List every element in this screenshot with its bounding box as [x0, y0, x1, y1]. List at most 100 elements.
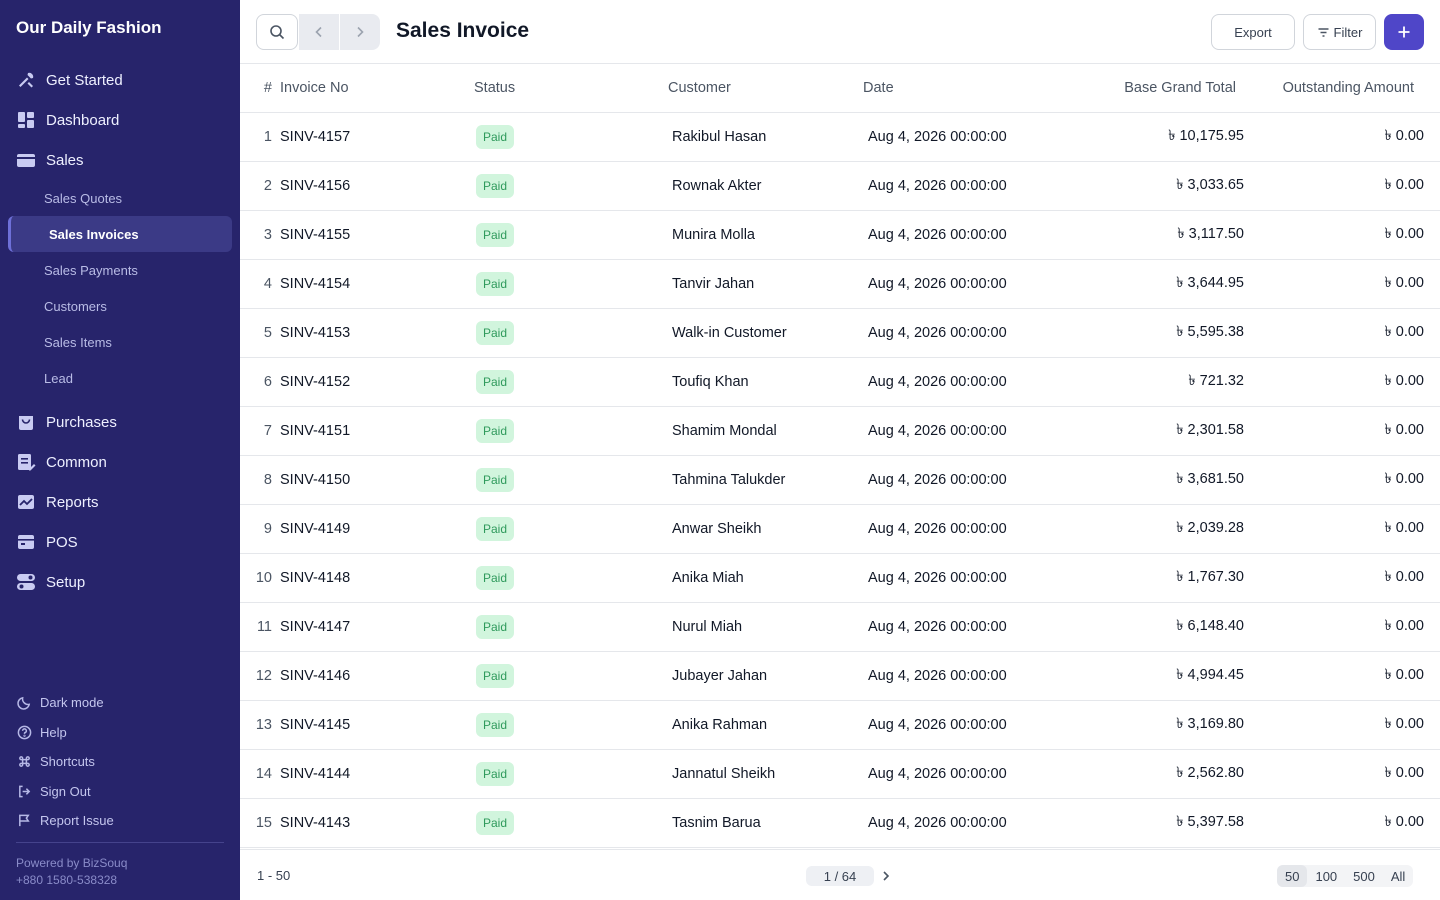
customer-name: Walk-in Customer [672, 325, 787, 341]
status-badge: Paid [476, 566, 515, 590]
base-grand-total: ৳ 3,169.80 [1176, 716, 1244, 732]
row-number: 10 [255, 570, 272, 586]
invoice-number: SINV-4157 [280, 129, 351, 145]
sidebar-item-dashboard[interactable]: Dashboard [0, 100, 240, 140]
column-header-outstanding-amount: Outstanding Amount [1282, 80, 1414, 96]
sidebar-item-pos[interactable]: POS [0, 522, 240, 562]
invoice-date: Aug 4, 2026 00:00:00 [868, 178, 1007, 194]
table-row[interactable]: 5 SINV-4153 Paid Walk-in Customer Aug 4, 202… [240, 309, 1440, 358]
status-badge: Paid [476, 468, 515, 492]
table-body: 1 SINV-4157 Paid Rakibul Hasan Aug 4, 2026 0… [240, 113, 1440, 848]
status-cell: Paid [476, 358, 515, 406]
shortcuts-link[interactable]: Shortcuts [0, 747, 240, 777]
sign-out-link[interactable]: Sign Out [0, 777, 240, 807]
sidebar-item-purchases[interactable]: Purchases [0, 402, 240, 442]
table-row[interactable]: 1 SINV-4157 Paid Rakibul Hasan Aug 4, 2026 0… [240, 113, 1440, 162]
table-row[interactable]: 7 SINV-4151 Paid Shamim Mondal Aug 4, 2026 0… [240, 407, 1440, 456]
customer-name: Anwar Sheikh [672, 521, 762, 537]
sidebar-item-sales[interactable]: Sales [0, 140, 240, 180]
page-header: Sales Invoice Export Filter [240, 0, 1440, 64]
page-size-100[interactable]: 100 [1307, 865, 1345, 887]
page-size-500[interactable]: 500 [1345, 865, 1383, 887]
status-badge: Paid [476, 125, 515, 149]
chevron-right-icon [883, 871, 890, 881]
sidebar-item-label: Setup [46, 573, 86, 591]
table-footer: 1 - 50 1 / 64 50 100 500 All [240, 849, 1440, 900]
sidebar-subitem-sales-payments[interactable]: Sales Payments [0, 252, 240, 288]
back-button[interactable] [299, 14, 339, 50]
sidebar-item-get-started[interactable]: Get Started [0, 60, 240, 100]
table-row[interactable]: 8 SINV-4150 Paid Tahmina Talukder Aug 4, 202… [240, 456, 1440, 505]
chevron-left-icon [315, 26, 322, 38]
help-link[interactable]: Help [0, 718, 240, 748]
table-row[interactable]: 4 SINV-4154 Paid Tanvir Jahan Aug 4, 2026 00… [240, 260, 1440, 309]
base-grand-total: ৳ 2,301.58 [1176, 422, 1244, 438]
status-cell: Paid [476, 603, 515, 651]
outstanding-amount: ৳ 0.00 [1384, 128, 1424, 144]
table-row[interactable]: 13 SINV-4145 Paid Anika Rahman Aug 4, 2026 0… [240, 701, 1440, 750]
export-button[interactable]: Export [1211, 14, 1295, 50]
sidebar-subitem-sales-items[interactable]: Sales Items [0, 324, 240, 360]
history-navigation [299, 14, 380, 50]
next-page-button[interactable] [878, 867, 894, 885]
status-badge: Paid [476, 664, 515, 688]
add-invoice-button[interactable] [1384, 14, 1424, 50]
sidebar-subitem-lead[interactable]: Lead [0, 360, 240, 396]
table-row[interactable]: 3 SINV-4155 Paid Munira Molla Aug 4, 2026 00… [240, 211, 1440, 260]
invoice-date: Aug 4, 2026 00:00:00 [868, 129, 1007, 145]
page-size-all[interactable]: All [1383, 865, 1413, 887]
outstanding-amount: ৳ 0.00 [1384, 422, 1424, 438]
sidebar-item-reports[interactable]: Reports [0, 482, 240, 522]
powered-by: Powered by BizSouq +880 1580-538328 [16, 855, 127, 889]
wallet-icon [16, 150, 36, 170]
status-cell: Paid [476, 456, 515, 504]
invoice-date: Aug 4, 2026 00:00:00 [868, 717, 1007, 733]
page-size-50[interactable]: 50 [1277, 865, 1308, 887]
table-row[interactable]: 2 SINV-4156 Paid Rownak Akter Aug 4, 2026 00… [240, 162, 1440, 211]
table-row[interactable]: 6 SINV-4152 Paid Toufiq Khan Aug 4, 2026 00:… [240, 358, 1440, 407]
sidebar-item-label: Purchases [46, 413, 117, 431]
table-row[interactable]: 14 SINV-4144 Paid Jannatul Sheikh Aug 4, 202… [240, 750, 1440, 799]
table-row[interactable]: 12 SINV-4146 Paid Jubayer Jahan Aug 4, 2026 … [240, 652, 1440, 701]
table-row[interactable]: 10 SINV-4148 Paid Anika Miah Aug 4, 2026 00:… [240, 554, 1440, 603]
table-row[interactable]: 9 SINV-4149 Paid Anwar Sheikh Aug 4, 2026 00… [240, 505, 1440, 554]
base-grand-total: ৳ 5,397.58 [1176, 814, 1244, 830]
invoice-number: SINV-4149 [280, 521, 351, 537]
status-cell: Paid [476, 309, 515, 357]
customer-name: Toufiq Khan [672, 374, 749, 390]
outstanding-amount: ৳ 0.00 [1384, 618, 1424, 634]
customer-name: Jannatul Sheikh [672, 766, 776, 782]
status-cell: Paid [476, 113, 515, 161]
search-button[interactable] [256, 14, 298, 50]
table-row[interactable]: 11 SINV-4147 Paid Nurul Miah Aug 4, 2026 00:… [240, 603, 1440, 652]
row-number: 7 [263, 423, 272, 439]
column-header-invoice-no: Invoice No [280, 80, 349, 96]
outstanding-amount: ৳ 0.00 [1384, 814, 1424, 830]
row-number: 2 [263, 178, 272, 194]
dark-mode-toggle[interactable]: Dark mode [0, 688, 240, 718]
chevron-right-icon [356, 26, 364, 38]
sidebar-divider [16, 842, 224, 843]
sidebar-subitem-sales-quotes[interactable]: Sales Quotes [0, 180, 240, 216]
invoice-date: Aug 4, 2026 00:00:00 [868, 276, 1007, 292]
forward-button[interactable] [339, 14, 379, 50]
sidebar-item-common[interactable]: Common [0, 442, 240, 482]
filter-button[interactable]: Filter [1303, 14, 1376, 50]
shortcuts-label: Shortcuts [40, 754, 95, 770]
base-grand-total: ৳ 4,994.45 [1176, 667, 1244, 683]
list-edit-icon [16, 452, 36, 472]
table-row[interactable]: 15 SINV-4143 Paid Tasnim Barua Aug 4, 2026 0… [240, 799, 1440, 848]
status-badge: Paid [476, 223, 515, 247]
invoice-number: SINV-4154 [280, 276, 351, 292]
report-issue-link[interactable]: Report Issue [0, 806, 240, 836]
base-grand-total: ৳ 3,681.50 [1176, 471, 1244, 487]
invoice-number: SINV-4152 [280, 374, 351, 390]
sidebar-subitem-sales-invoices[interactable]: Sales Invoices [8, 216, 232, 252]
sidebar-subitem-customers[interactable]: Customers [0, 288, 240, 324]
invoice-date: Aug 4, 2026 00:00:00 [868, 325, 1007, 341]
customer-name: Tanvir Jahan [672, 276, 755, 292]
outstanding-amount: ৳ 0.00 [1384, 520, 1424, 536]
status-cell: Paid [476, 750, 515, 798]
powered-by-text: Powered by BizSouq [16, 856, 128, 870]
sidebar-item-setup[interactable]: Setup [0, 562, 240, 602]
